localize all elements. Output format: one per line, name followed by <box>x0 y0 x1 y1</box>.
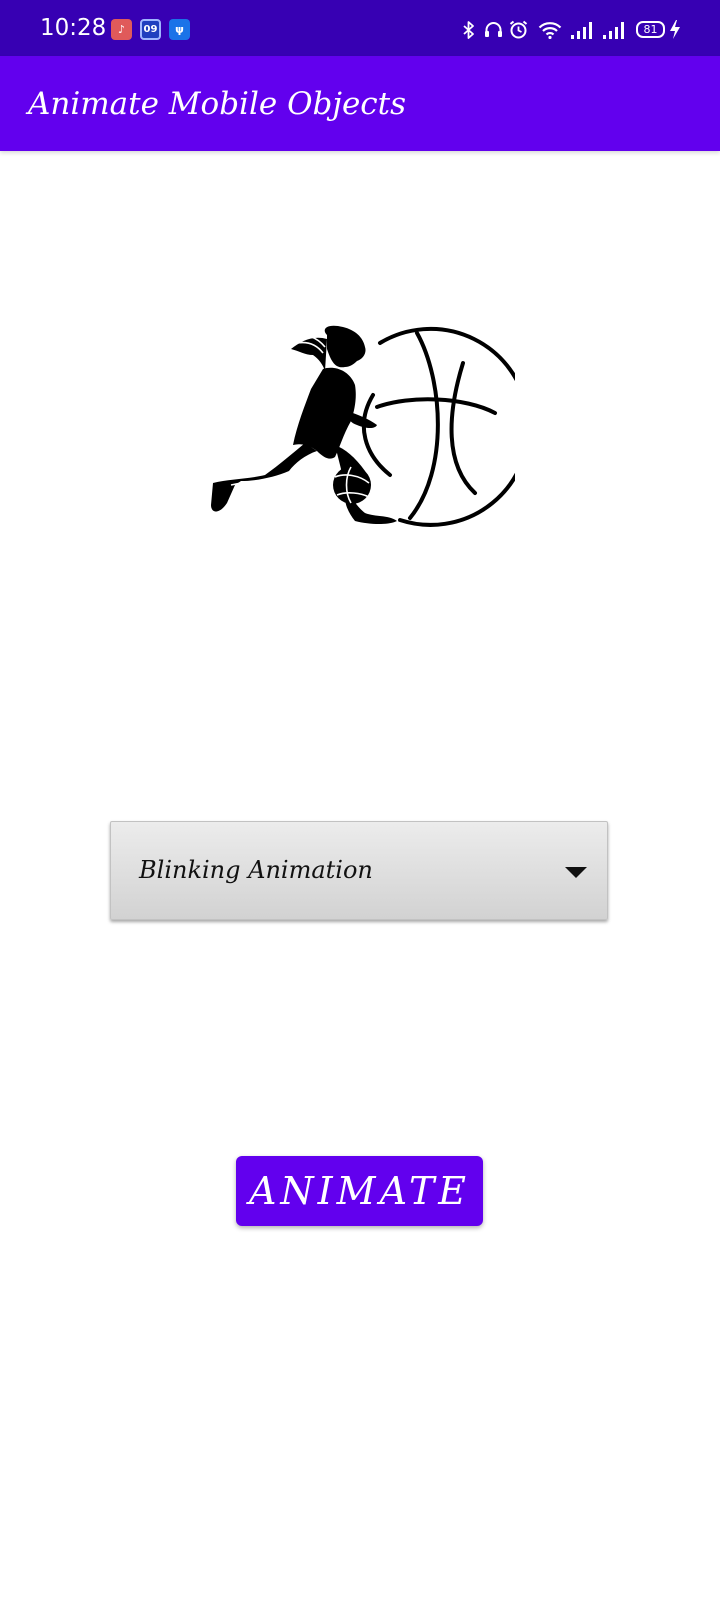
animation-type-dropdown[interactable]: Blinking Animation <box>110 821 608 920</box>
status-bar: 10:28 ♪ 09 ψ 81 <box>0 0 720 56</box>
app-bar: Animate Mobile Objects <box>0 56 720 151</box>
signal-icon <box>571 22 592 39</box>
status-time: 10:28 <box>40 15 107 41</box>
app-title: Animate Mobile Objects <box>28 86 407 122</box>
alarm-icon <box>509 20 528 39</box>
usb-icon: ψ <box>169 19 190 40</box>
headphones-icon <box>485 22 502 37</box>
battery-icon: 81 <box>636 21 665 38</box>
charging-icon <box>670 20 680 39</box>
wifi-icon <box>538 22 562 39</box>
animate-button[interactable]: ANIMATE <box>236 1156 483 1226</box>
basketball-player-image <box>211 325 515 527</box>
calendar-icon: 09 <box>140 19 161 40</box>
dropdown-arrow-icon <box>565 867 587 878</box>
music-note-icon: ♪ <box>111 19 132 40</box>
bluetooth-icon <box>463 21 474 39</box>
dropdown-selected-value: Blinking Animation <box>139 856 373 884</box>
signal-icon <box>603 22 624 39</box>
